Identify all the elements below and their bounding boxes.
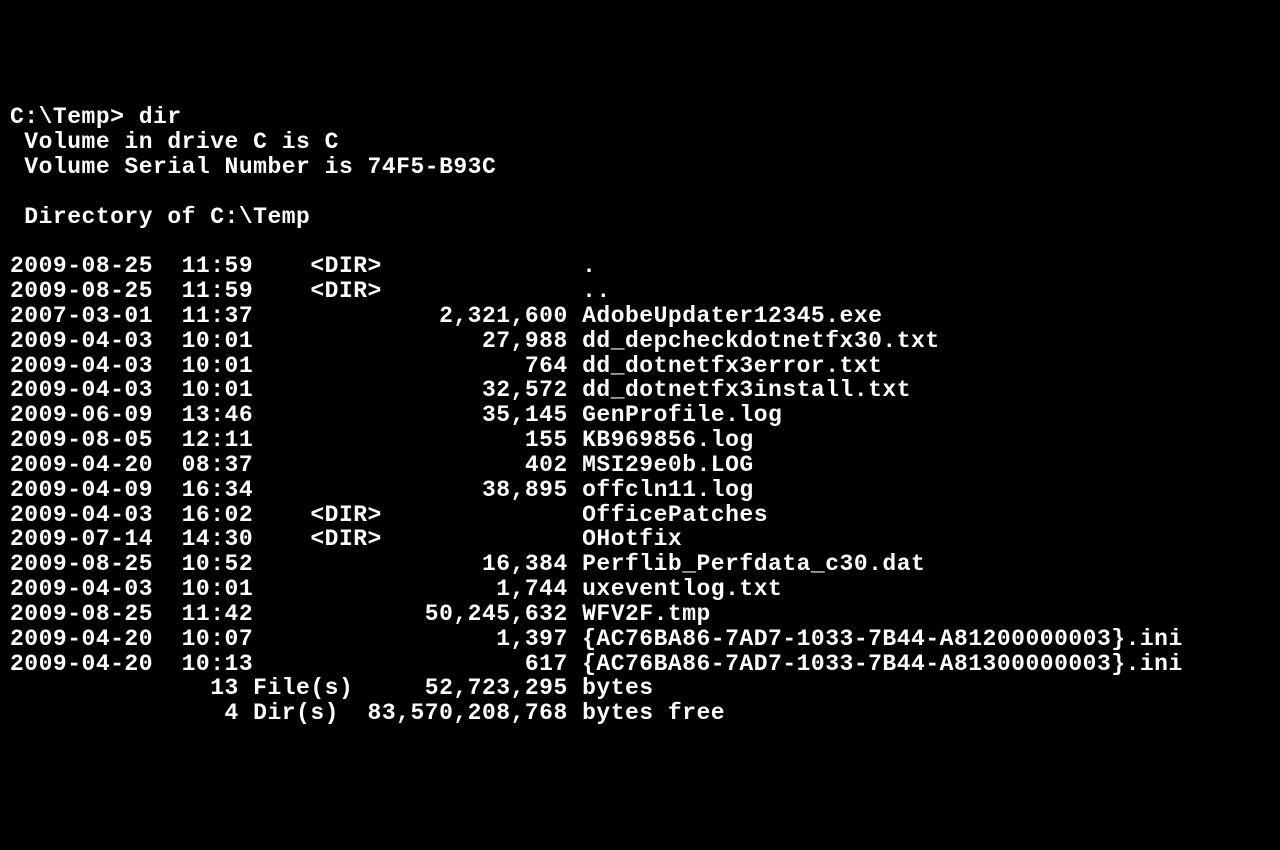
terminal-output[interactable]: C:\Temp> dir Volume in drive C is C Volu… — [10, 105, 1270, 726]
directory-header: Directory of C:\Temp — [10, 204, 310, 230]
command-prompt: C:\Temp> — [10, 104, 124, 130]
summary-files: 13 File(s) 52,723,295 bytes — [10, 676, 1270, 701]
volume-info: Volume in drive C is C — [10, 129, 339, 155]
serial-info: Volume Serial Number is 74F5-B93C — [10, 154, 496, 180]
command-input[interactable]: dir — [139, 104, 182, 130]
summary-dirs: 4 Dir(s) 83,570,208,768 bytes free — [10, 701, 1270, 726]
file-listing: 2009-08-25 11:59 <DIR> . 2009-08-25 11:5… — [10, 254, 1270, 676]
